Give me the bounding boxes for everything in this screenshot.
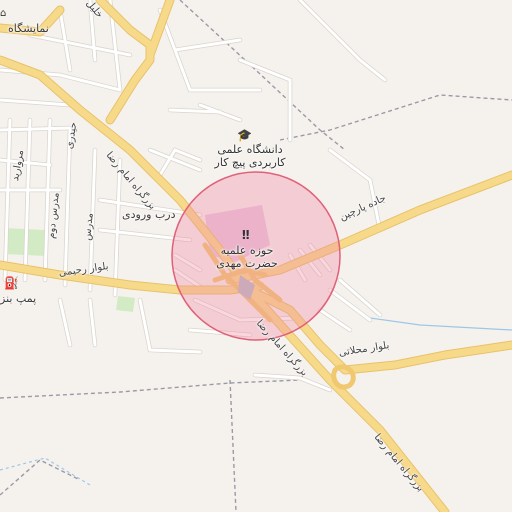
university-label-line2: کاربردی پیچ کار	[214, 156, 286, 169]
seminary-label[interactable]: حوزه علمیه حضرت مهدی	[212, 244, 282, 270]
religious-school-icon[interactable]: ‼	[242, 228, 250, 242]
university-label-line1: دانشگاه علمی	[217, 143, 283, 156]
map-canvas[interactable]: 🎓 ‼ ⛽ ⌂ دانشگاه علمی کاربردی پیچ کار حوز…	[0, 0, 512, 512]
university-label[interactable]: دانشگاه علمی کاربردی پیچ کار	[210, 143, 290, 169]
place-icon[interactable]: ⌂	[0, 8, 6, 19]
top-left-place-label[interactable]: نمایشگاه	[8, 22, 49, 35]
seminary-label-line2: حضرت مهدی	[216, 257, 278, 270]
fuel-pump-icon[interactable]: ⛽	[4, 276, 19, 290]
park-area-small	[116, 296, 135, 312]
seminary-label-line1: حوزه علمیه	[220, 244, 274, 257]
graduation-cap-icon[interactable]: 🎓	[237, 128, 252, 142]
gas-station-label[interactable]: پمپ بنز	[0, 292, 36, 305]
